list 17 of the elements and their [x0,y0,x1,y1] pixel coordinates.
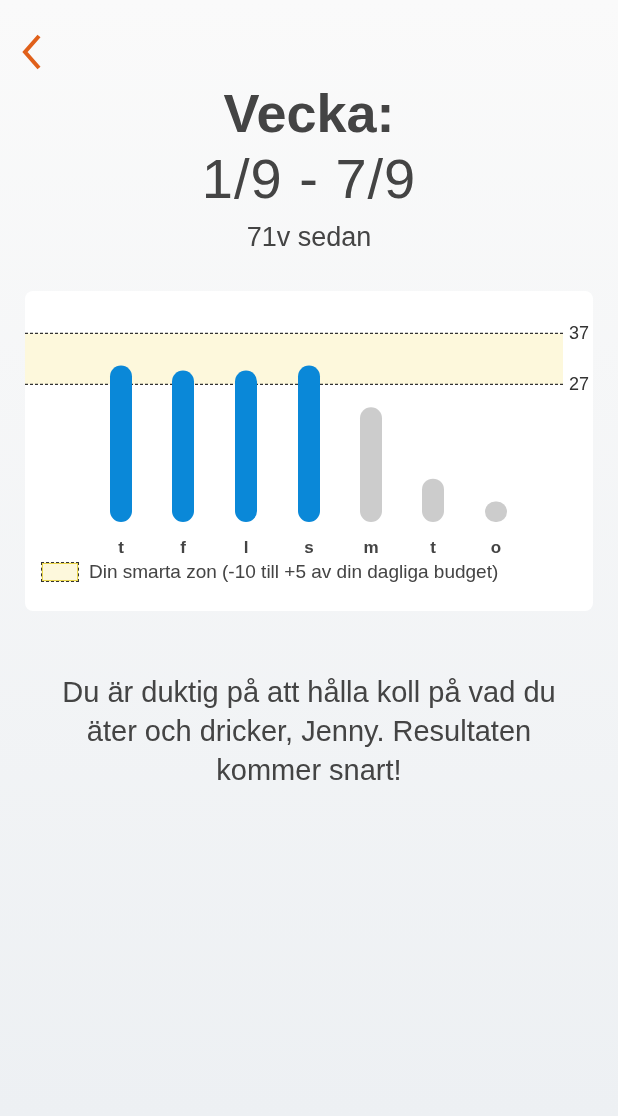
axis-tick-label: 37 [568,323,589,344]
day-label: o [490,538,502,557]
day-bar [422,478,444,522]
legend-text: Din smarta zon (-10 till +5 av din dagliga budget) [89,561,499,583]
day-label: f [180,538,186,557]
day-label: l [243,538,249,557]
day-label: t [430,538,436,557]
day-bar [485,501,507,522]
time-ago: 71v sedan [246,222,372,253]
day-label: s [304,538,314,557]
date-range: 1/9 - 7/9 [201,146,417,212]
day-label: t [118,538,124,557]
status-message: Du är duktig på att hålla koll på vad du äter och dricker, Jenny. Resultaten kommer snart! [61,675,557,788]
legend-swatch [41,562,79,582]
day-label: m [363,538,379,557]
week-title: Vecka: [223,82,395,144]
axis-tick-label: 27 [568,374,589,395]
